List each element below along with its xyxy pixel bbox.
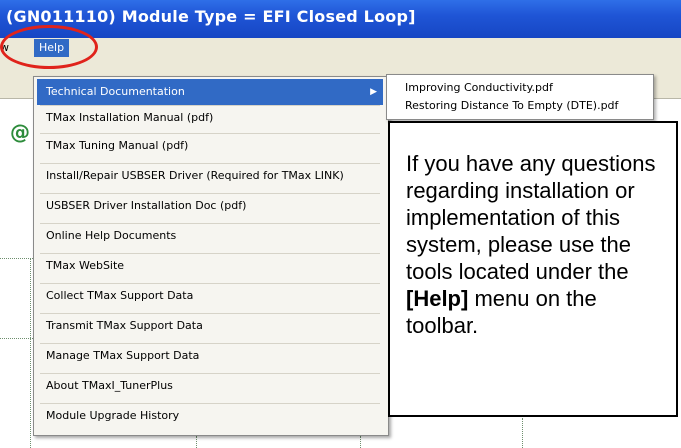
help-dropdown-menu: Technical Documentation ▶ TMax Installat… bbox=[33, 76, 389, 436]
grid-line bbox=[0, 338, 33, 339]
menu-item-module-upgrade-history[interactable]: Module Upgrade History bbox=[37, 403, 383, 429]
menu-item-label: Module Upgrade History bbox=[46, 409, 180, 422]
menu-item-install-usbser-driver[interactable]: Install/Repair USBSER Driver (Required f… bbox=[37, 163, 383, 189]
menu-item-tmax-installation-manual[interactable]: TMax Installation Manual (pdf) bbox=[37, 105, 383, 131]
callout-text: If you have any questions regarding inst… bbox=[406, 151, 656, 284]
technical-documentation-submenu: Improving Conductivity.pdf Restoring Dis… bbox=[386, 74, 654, 120]
submenu-item-restoring-dte[interactable]: Restoring Distance To Empty (DTE).pdf bbox=[405, 99, 618, 112]
menu-item-label: About TMaxI_TunerPlus bbox=[46, 379, 173, 392]
menu-item-label: Technical Documentation bbox=[46, 85, 185, 98]
grid-line bbox=[522, 418, 523, 448]
grid-line bbox=[196, 436, 197, 448]
menu-item-about[interactable]: About TMaxI_TunerPlus bbox=[37, 373, 383, 399]
callout-bold-text: [Help] bbox=[406, 286, 469, 311]
menu-item-tmax-website[interactable]: TMax WebSite bbox=[37, 253, 383, 279]
menu-item-online-help-documents[interactable]: Online Help Documents bbox=[37, 223, 383, 249]
highlight-circle bbox=[0, 25, 98, 69]
menu-item-label: Collect TMax Support Data bbox=[46, 289, 194, 302]
menu-item-label: Transmit TMax Support Data bbox=[46, 319, 203, 332]
grid-line bbox=[0, 258, 33, 259]
at-icon: @ bbox=[10, 120, 30, 144]
menu-bar: w Help bbox=[0, 38, 681, 58]
submenu-arrow-icon: ▶ bbox=[370, 87, 377, 97]
menu-item-usbser-driver-doc[interactable]: USBSER Driver Installation Doc (pdf) bbox=[37, 193, 383, 219]
window-title: (GN011110) Module Type = EFI Closed Loop… bbox=[6, 7, 416, 26]
menu-item-collect-support-data[interactable]: Collect TMax Support Data bbox=[37, 283, 383, 309]
menu-item-label: TMax WebSite bbox=[46, 259, 125, 272]
submenu-item-improving-conductivity[interactable]: Improving Conductivity.pdf bbox=[405, 81, 553, 94]
grid-line bbox=[360, 436, 361, 448]
menu-item-manage-support-data[interactable]: Manage TMax Support Data bbox=[37, 343, 383, 369]
menu-item-tmax-tuning-manual[interactable]: TMax Tuning Manual (pdf) bbox=[37, 133, 383, 159]
menu-item-label: USBSER Driver Installation Doc (pdf) bbox=[46, 199, 247, 212]
menu-item-label: TMax Tuning Manual (pdf) bbox=[46, 139, 189, 152]
instruction-callout: If you have any questions regarding inst… bbox=[388, 121, 678, 417]
menu-item-label: Online Help Documents bbox=[46, 229, 177, 242]
menu-item-label: Install/Repair USBSER Driver (Required f… bbox=[46, 169, 344, 182]
menu-item-technical-documentation[interactable]: Technical Documentation ▶ bbox=[37, 79, 383, 105]
menu-item-transmit-support-data[interactable]: Transmit TMax Support Data bbox=[37, 313, 383, 339]
menu-item-label: Manage TMax Support Data bbox=[46, 349, 200, 362]
menu-item-label: TMax Installation Manual (pdf) bbox=[46, 111, 214, 124]
grid-line bbox=[30, 258, 31, 448]
title-bar: (GN011110) Module Type = EFI Closed Loop… bbox=[0, 0, 681, 38]
